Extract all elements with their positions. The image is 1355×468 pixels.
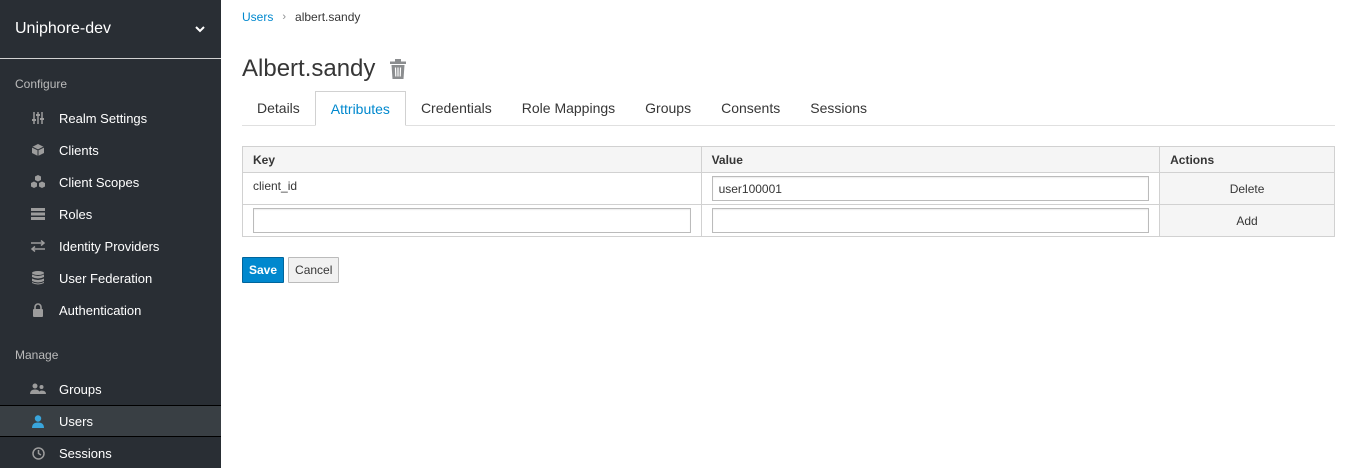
new-key-input[interactable]	[253, 208, 691, 233]
new-value-input[interactable]	[711, 208, 1150, 233]
users-icon	[30, 381, 46, 397]
sidebar-item-user-federation[interactable]: User Federation	[0, 262, 221, 294]
exchange-icon	[30, 238, 46, 254]
tab-attributes[interactable]: Attributes	[314, 91, 406, 126]
save-button[interactable]: Save	[242, 257, 285, 283]
cancel-button[interactable]: Cancel	[288, 257, 340, 283]
sidebar-item-label: Users	[59, 413, 93, 429]
attribute-key: client_id	[242, 172, 702, 205]
column-header-key: Key	[242, 146, 702, 173]
manage-nav: Groups Users Sessions	[0, 373, 221, 468]
user-icon	[30, 413, 46, 429]
trash-icon[interactable]	[389, 59, 407, 79]
tab-consents[interactable]: Consents	[706, 91, 795, 126]
sliders-icon	[30, 110, 46, 126]
sidebar-item-users[interactable]: Users	[0, 405, 221, 437]
new-value-cell	[700, 204, 1161, 237]
breadcrumb-separator-icon: ›	[282, 11, 287, 23]
table-row-new: Add	[242, 204, 1335, 237]
sidebar-item-authentication[interactable]: Authentication	[0, 294, 221, 326]
column-header-actions: Actions	[1159, 146, 1335, 173]
table-header-row: Key Value Actions	[242, 146, 1335, 173]
sidebar-item-label: Client Scopes	[59, 174, 140, 190]
tab-bar: Details Attributes Credentials Role Mapp…	[242, 91, 1335, 126]
realm-name: Uniphore-dev	[15, 20, 112, 37]
configure-section-title: Configure	[15, 77, 68, 91]
table-row: client_id Delete	[242, 172, 1335, 205]
sidebar-item-label: Roles	[59, 206, 93, 222]
database-icon	[30, 270, 46, 286]
attribute-value-input[interactable]	[711, 176, 1150, 201]
attributes-table: Key Value Actions client_id Delete	[242, 146, 1335, 237]
sidebar-item-label: Groups	[59, 381, 102, 397]
tab-groups[interactable]: Groups	[630, 91, 706, 126]
breadcrumb-current: albert.sandy	[295, 10, 361, 24]
main-content: Users › albert.sandy Albert.sandy Detail…	[242, 0, 1335, 468]
tab-role-mappings[interactable]: Role Mappings	[507, 91, 630, 126]
manage-section-title: Manage	[15, 348, 59, 362]
delete-attribute-button[interactable]: Delete	[1159, 172, 1335, 205]
column-header-value: Value	[700, 146, 1161, 173]
sidebar-item-client-scopes[interactable]: Client Scopes	[0, 166, 221, 198]
tab-sessions[interactable]: Sessions	[795, 91, 882, 126]
add-attribute-button[interactable]: Add	[1159, 204, 1335, 237]
cube-icon	[30, 142, 46, 158]
sidebar-item-label: User Federation	[59, 270, 153, 286]
sidebar-item-label: Authentication	[59, 302, 142, 318]
sidebar-item-sessions[interactable]: Sessions	[0, 437, 221, 468]
tab-details[interactable]: Details	[242, 91, 315, 126]
sidebar-item-identity-providers[interactable]: Identity Providers	[0, 230, 221, 262]
tab-credentials[interactable]: Credentials	[406, 91, 507, 126]
sidebar-item-label: Sessions	[59, 445, 112, 461]
sidebar: Uniphore-dev Configure Realm Settings Cl…	[0, 0, 221, 468]
sidebar-item-label: Identity Providers	[59, 238, 160, 254]
form-buttons: Save Cancel	[242, 257, 340, 283]
chevron-down-icon	[195, 26, 205, 33]
attribute-value-cell	[700, 172, 1161, 205]
cubes-icon	[30, 174, 46, 190]
lock-icon	[30, 302, 46, 318]
sidebar-item-label: Realm Settings	[59, 110, 148, 126]
breadcrumb: Users › albert.sandy	[242, 10, 360, 24]
sidebar-item-realm-settings[interactable]: Realm Settings	[0, 102, 221, 134]
page-title-text: Albert.sandy	[242, 55, 376, 82]
configure-nav: Realm Settings Clients Client Scopes Rol…	[0, 102, 221, 326]
new-key-cell	[242, 204, 702, 237]
page-title: Albert.sandy	[242, 55, 407, 83]
list-icon	[30, 206, 46, 222]
breadcrumb-users-link[interactable]: Users	[242, 10, 273, 24]
sidebar-item-clients[interactable]: Clients	[0, 134, 221, 166]
realm-selector[interactable]: Uniphore-dev	[0, 0, 221, 59]
clock-icon	[30, 445, 46, 461]
sidebar-item-groups[interactable]: Groups	[0, 373, 221, 405]
sidebar-item-label: Clients	[59, 142, 99, 158]
sidebar-item-roles[interactable]: Roles	[0, 198, 221, 230]
